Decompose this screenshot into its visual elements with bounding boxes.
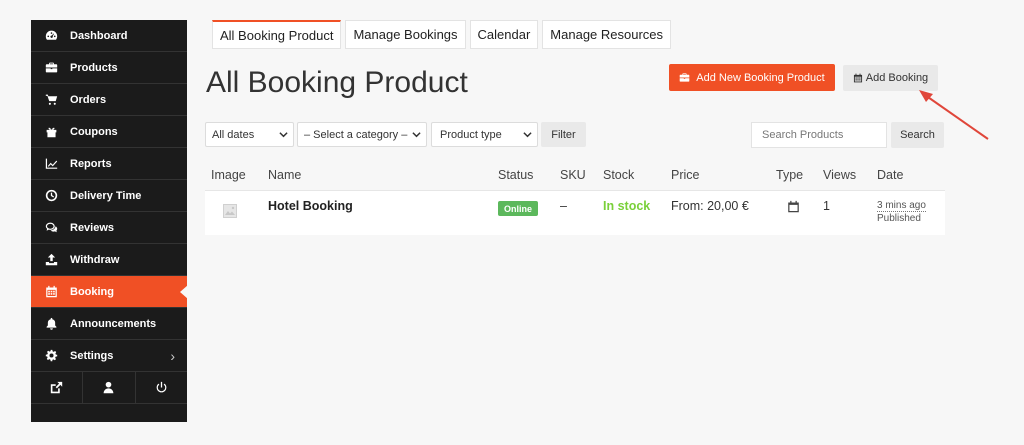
category-select-value: – Select a category – (304, 128, 408, 141)
sidebar-bottom-bar (31, 372, 187, 404)
search-products-input[interactable] (751, 122, 887, 148)
column-header-status: Status (498, 168, 534, 182)
add-new-booking-product-label: Add New Booking Product (696, 71, 825, 84)
tab-manage-bookings[interactable]: Manage Bookings (345, 20, 466, 49)
sidebar-item-reviews[interactable]: Reviews (31, 212, 187, 244)
bell-icon (44, 317, 58, 331)
dashboard-icon (44, 29, 58, 43)
date-status: Published (877, 213, 921, 224)
page-title: All Booking Product (206, 66, 468, 99)
calendar-icon (853, 73, 862, 83)
price-value: From: 20,00 € (671, 199, 749, 213)
external-link-icon (50, 381, 63, 394)
sidebar-item-orders[interactable]: Orders (31, 84, 187, 116)
status-badge: Online (498, 201, 538, 216)
column-header-stock: Stock (603, 168, 635, 182)
table-row (205, 191, 945, 235)
sidebar-item-label: Products (70, 61, 118, 74)
sidebar-item-delivery-time[interactable]: Delivery Time (31, 180, 187, 212)
briefcase-icon (44, 61, 58, 75)
sidebar-item-withdraw[interactable]: Withdraw (31, 244, 187, 276)
line-chart-icon (44, 157, 58, 171)
column-header-image: Image (211, 168, 246, 182)
tab-calendar[interactable]: Calendar (469, 20, 539, 49)
sidebar-item-label: Withdraw (70, 253, 120, 266)
sidebar: Dashboard Products Orders Coupons Report… (31, 20, 188, 422)
column-header-views: Views (823, 168, 857, 182)
sidebar-item-label: Reviews (70, 221, 115, 234)
sidebar-item-label: Orders (70, 93, 107, 106)
upload-icon (44, 253, 58, 267)
category-select[interactable]: – Select a category – (297, 122, 427, 147)
sidebar-item-label: Dashboard (70, 29, 128, 42)
sidebar-item-label: Booking (70, 285, 114, 298)
sidebar-item-announcements[interactable]: Announcements (31, 308, 187, 340)
column-header-price: Price (671, 168, 700, 182)
gear-icon (44, 349, 58, 363)
dates-select-value: All dates (212, 128, 255, 141)
comments-icon (44, 221, 58, 235)
sidebar-item-label: Settings (70, 349, 114, 362)
logout-button[interactable] (136, 372, 187, 403)
cart-icon (44, 93, 58, 107)
column-header-name[interactable]: Name (268, 168, 301, 182)
tab-all-booking-product[interactable]: All Booking Product (212, 20, 342, 49)
chevron-down-icon (279, 132, 288, 138)
sidebar-item-coupons[interactable]: Coupons (31, 116, 187, 148)
tab-manage-resources[interactable]: Manage Resources (542, 20, 672, 49)
gift-icon (44, 125, 58, 139)
add-booking-label: Add Booking (865, 72, 929, 84)
dates-select[interactable]: All dates (205, 122, 294, 147)
product-thumbnail-placeholder[interactable] (223, 204, 237, 218)
power-icon (156, 381, 167, 393)
sidebar-item-label: Announcements (70, 317, 157, 330)
chevron-down-icon (523, 132, 532, 138)
stock-status: In stock (603, 199, 651, 213)
calendar-icon (44, 285, 58, 299)
chevron-right-icon: › (170, 347, 175, 364)
profile-button[interactable] (83, 372, 136, 403)
clock-icon (44, 189, 58, 203)
visit-store-button[interactable] (31, 372, 84, 403)
sidebar-item-reports[interactable]: Reports (31, 148, 187, 180)
date-relative: 3 mins ago (877, 200, 926, 212)
views-count: 1 (823, 199, 830, 213)
product-name-link[interactable]: Hotel Booking (268, 199, 353, 213)
product-type-select-value: Product type (440, 128, 502, 141)
briefcase-icon (679, 73, 690, 82)
sidebar-item-booking[interactable]: Booking (31, 276, 188, 308)
column-header-date: Date (877, 168, 904, 182)
chevron-down-icon (412, 132, 421, 138)
search-button[interactable]: Search (891, 122, 944, 148)
sidebar-item-products[interactable]: Products (31, 52, 187, 84)
column-header-type: Type (776, 168, 804, 182)
sidebar-item-dashboard[interactable]: Dashboard (31, 20, 187, 52)
sidebar-item-settings[interactable]: Settings › (31, 340, 187, 372)
sidebar-item-label: Delivery Time (70, 189, 142, 202)
sidebar-item-label: Reports (70, 157, 112, 170)
user-icon (104, 381, 114, 394)
booking-tabs: All Booking Product Manage Bookings Cale… (212, 20, 672, 49)
sidebar-item-label: Coupons (70, 125, 118, 138)
product-type-select[interactable]: Product type (431, 122, 538, 147)
calendar-icon (788, 200, 799, 213)
column-header-sku: SKU (560, 168, 586, 182)
add-new-booking-product-button[interactable]: Add New Booking Product (669, 64, 835, 91)
sku-value: – (560, 199, 567, 213)
filter-button[interactable]: Filter (541, 122, 586, 147)
